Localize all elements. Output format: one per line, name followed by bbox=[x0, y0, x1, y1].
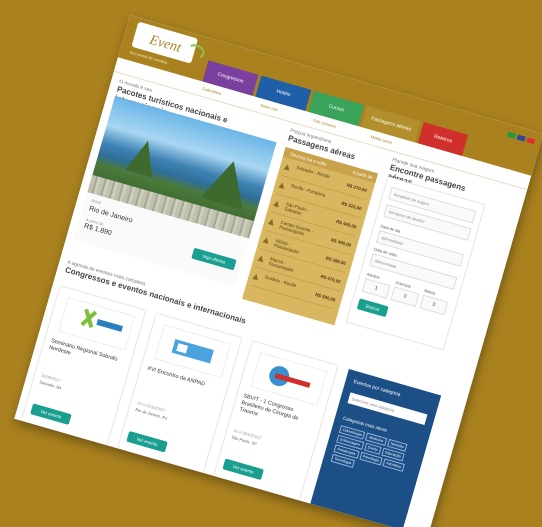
flag-brazil-icon[interactable] bbox=[507, 131, 517, 139]
placeholder: Aeroporto de destino bbox=[388, 209, 426, 225]
website-page: Event Seu portal de eventos Congressos H… bbox=[14, 15, 542, 527]
children-stepper[interactable]: 0 bbox=[390, 286, 420, 308]
stepper-value: 0 bbox=[402, 293, 408, 300]
button-label: Ver evento bbox=[232, 463, 255, 475]
plane-icon bbox=[252, 273, 259, 280]
placeholder: dd/mm/aaaa bbox=[374, 258, 397, 270]
plane-icon bbox=[273, 200, 280, 207]
plane-icon bbox=[262, 237, 269, 244]
nav-item-conta[interactable]: Minha conta bbox=[370, 134, 392, 145]
route-price: R$ 590,00 bbox=[314, 292, 337, 303]
stepper-value: 0 bbox=[431, 301, 437, 309]
categories-panel: Eventos por categoria Selecione uma cate… bbox=[310, 369, 442, 527]
plane-icon bbox=[268, 218, 275, 225]
button-label: Ver evento bbox=[39, 408, 62, 420]
anpad-logo-icon bbox=[171, 339, 214, 364]
event-place: Rio de Janeiro, RJ bbox=[134, 406, 168, 421]
route-price: R$ 270,00 bbox=[346, 182, 368, 193]
placeholder: Selecione uma categoria bbox=[351, 396, 395, 414]
view-event-button[interactable]: Ver evento bbox=[30, 403, 72, 425]
button-label: Veja ofertas bbox=[201, 253, 227, 265]
nav-item-calendario[interactable]: Calendário bbox=[202, 86, 222, 96]
sugarloaf-shape bbox=[125, 136, 162, 178]
logo-text: Event bbox=[147, 32, 183, 56]
route-price: R$ 470,00 bbox=[319, 273, 342, 285]
destination-country: Brasil bbox=[90, 197, 102, 206]
route-price: R$ 440,00 bbox=[335, 218, 357, 230]
route-price: R$ 490,00 bbox=[330, 237, 352, 248]
route-price: R$ 320,00 bbox=[340, 200, 363, 212]
view-event-button[interactable]: Ver evento bbox=[222, 458, 264, 481]
nav-item-sobre[interactable]: Sobre nós bbox=[260, 102, 279, 112]
hill-shape bbox=[200, 155, 255, 210]
view-event-button[interactable]: Ver evento bbox=[126, 430, 168, 453]
logo-swoosh-icon bbox=[184, 42, 207, 61]
placeholder: Aeroporto de origem bbox=[393, 191, 430, 207]
tab-label: Cursos bbox=[327, 103, 345, 114]
babies-stepper[interactable]: 0 bbox=[419, 294, 449, 316]
stepper-value: 1 bbox=[374, 285, 379, 292]
plane-icon bbox=[283, 163, 290, 170]
flag-uk-icon[interactable] bbox=[516, 134, 526, 142]
sbait-logo-icon bbox=[269, 366, 311, 388]
tab-label: Passagens aéreas bbox=[370, 115, 412, 133]
button-label: Ver evento bbox=[136, 436, 159, 448]
language-flags bbox=[507, 131, 536, 145]
category-chips: Odontologia Medicina Nutrição Enfermagem… bbox=[330, 425, 420, 484]
plane-icon bbox=[257, 255, 264, 262]
see-offers-button[interactable]: Veja ofertas bbox=[191, 247, 237, 271]
route-price: R$ 380,00 bbox=[325, 255, 347, 267]
sobrafo-logo-icon bbox=[80, 308, 123, 332]
search-flights-button[interactable]: Buscar bbox=[356, 298, 389, 318]
button-label: Buscar bbox=[365, 303, 381, 313]
tab-label: Roteiros bbox=[433, 133, 453, 145]
plane-icon bbox=[278, 182, 285, 189]
flag-spain-icon[interactable] bbox=[526, 137, 536, 145]
tab-label: Hotéis bbox=[275, 88, 292, 99]
tab-label: Congressos bbox=[216, 71, 245, 85]
nav-item-contato[interactable]: Fale conosco bbox=[312, 118, 336, 129]
event-place: São Paulo, SP bbox=[230, 434, 258, 447]
event-place: Salvador, BA bbox=[38, 379, 63, 391]
screenshot-stage: Event Seu portal de eventos Congressos H… bbox=[0, 0, 542, 527]
adults-stepper[interactable]: 1 bbox=[361, 278, 391, 299]
placeholder: dd/mm/aaaa bbox=[380, 235, 404, 246]
